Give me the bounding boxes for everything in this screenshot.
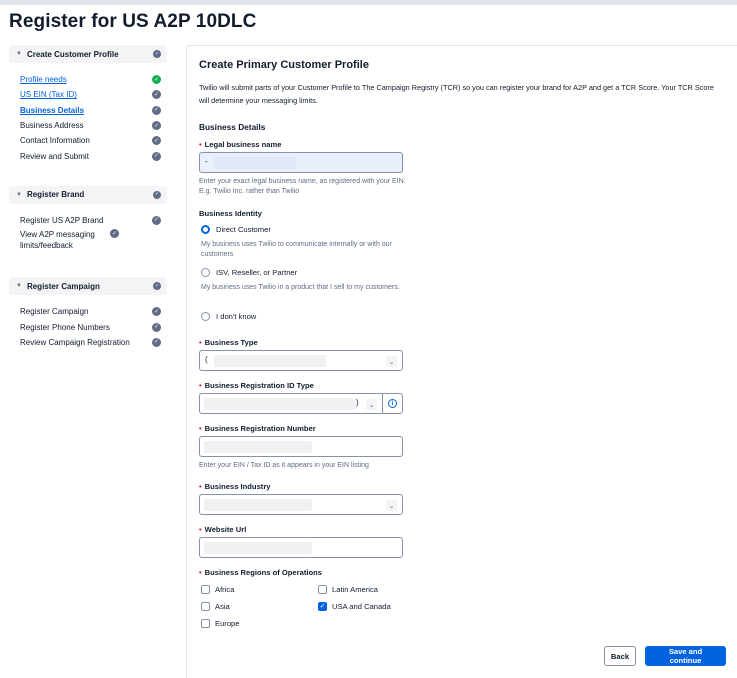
redacted-value bbox=[204, 542, 312, 554]
checkbox[interactable] bbox=[318, 585, 327, 594]
back-button[interactable]: Back bbox=[604, 646, 636, 666]
industry-select[interactable]: ⌄ bbox=[199, 494, 403, 515]
region-usa-canada[interactable]: ✓ USA and Canada bbox=[318, 602, 391, 611]
radio-isv-reseller[interactable]: ISV, Reseller, or Partner bbox=[201, 268, 297, 277]
business-identity-label: Business Identity bbox=[199, 209, 262, 218]
check-circle-icon: ✓ bbox=[153, 282, 161, 291]
sidebar-step-register-brand: Register US A2P Brand ✓ bbox=[20, 215, 161, 225]
regions-label: • Business Regions of Operations bbox=[199, 568, 322, 577]
legal-name-help: Enter your exact legal business name, as… bbox=[199, 178, 406, 195]
radio-direct-customer[interactable]: Direct Customer bbox=[201, 225, 271, 234]
region-europe[interactable]: Europe bbox=[201, 619, 240, 628]
sidebar-step-review-campaign: Review Campaign Registration ✓ bbox=[20, 337, 161, 347]
industry-label: • Business Industry bbox=[199, 482, 271, 491]
region-africa[interactable]: Africa bbox=[201, 585, 234, 594]
check-circle-icon: ✓ bbox=[152, 75, 161, 85]
check-circle-icon: ✓ bbox=[152, 121, 161, 131]
check-circle-icon: ✓ bbox=[152, 307, 161, 317]
radio-button[interactable] bbox=[201, 268, 210, 277]
direct-customer-help: My business uses Twilio to communicate i… bbox=[201, 241, 392, 258]
legal-name-input[interactable]: - bbox=[199, 152, 403, 173]
chevron-down-icon: ⌄ bbox=[386, 500, 397, 511]
sidebar-step-business-details[interactable]: Business Details ✓ bbox=[9, 103, 167, 118]
website-input[interactable] bbox=[199, 537, 403, 558]
customer-profile-form: Create Primary Customer Profile Twilio w… bbox=[186, 45, 737, 678]
redacted-value bbox=[204, 499, 312, 511]
sidebar-section-register-brand[interactable]: ▼ Register Brand ✓ bbox=[9, 185, 167, 204]
reg-id-info-button[interactable]: i bbox=[382, 393, 402, 414]
sidebar-section-customer-profile[interactable]: ▼ Create Customer Profile ✓ bbox=[9, 45, 167, 63]
sidebar-step-us-ein[interactable]: US EIN (Tax ID) ✓ bbox=[9, 87, 167, 102]
section-title: Register Campaign bbox=[26, 281, 100, 291]
radio-button[interactable] bbox=[201, 225, 210, 234]
caret-down-icon: ▼ bbox=[16, 51, 22, 57]
save-continue-button[interactable]: Save and continue bbox=[645, 646, 726, 666]
sidebar-step-register-campaign: Register Campaign ✓ bbox=[20, 307, 161, 317]
check-circle-icon: ✓ bbox=[152, 151, 161, 161]
radio-button[interactable] bbox=[201, 312, 210, 321]
sidebar-step-contact-information: Contact Information ✓ bbox=[20, 136, 161, 146]
checkbox[interactable] bbox=[201, 585, 210, 594]
caret-down-icon: ▼ bbox=[16, 191, 22, 198]
redacted-value bbox=[214, 355, 326, 367]
website-label: • Website Url bbox=[199, 525, 247, 534]
checkbox[interactable] bbox=[201, 602, 210, 611]
sidebar-step-register-phone-numbers: Register Phone Numbers ✓ bbox=[20, 322, 161, 332]
section-title: Register Brand bbox=[26, 190, 85, 200]
isv-help: My business uses Twilio in a product tha… bbox=[201, 284, 400, 291]
reg-id-type-select[interactable]: ) ⌄ i bbox=[199, 393, 403, 414]
caret-down-icon: ▼ bbox=[16, 283, 22, 290]
region-asia[interactable]: Asia bbox=[201, 602, 230, 611]
check-circle-icon: ✓ bbox=[153, 50, 161, 58]
form-title: Create Primary Customer Profile bbox=[199, 59, 369, 71]
reg-number-input[interactable] bbox=[199, 436, 403, 457]
chevron-down-icon: ⌄ bbox=[366, 399, 377, 410]
redacted-value bbox=[204, 398, 356, 410]
region-latin-america[interactable]: Latin America bbox=[318, 585, 378, 594]
radio-dont-know[interactable]: I don't know bbox=[201, 312, 256, 321]
checkbox-checked-icon[interactable]: ✓ bbox=[318, 602, 327, 611]
section-title: Create Customer Profile bbox=[26, 49, 119, 59]
check-circle-icon: ✓ bbox=[152, 215, 161, 225]
sidebar-step-profile-needs[interactable]: Profile needs ✓ bbox=[9, 72, 167, 87]
redacted-value bbox=[204, 441, 312, 453]
check-circle-icon: ✓ bbox=[152, 90, 161, 100]
check-circle-icon: ✓ bbox=[153, 190, 161, 199]
reg-id-type-label: • Business Registration ID Type bbox=[199, 381, 314, 390]
check-circle-icon: ✓ bbox=[110, 229, 119, 239]
page-title: Register for US A2P 10DLC bbox=[9, 11, 257, 32]
checkbox[interactable] bbox=[201, 619, 210, 628]
business-type-select[interactable]: ( ⌄ bbox=[199, 350, 403, 371]
check-circle-icon: ✓ bbox=[152, 105, 161, 115]
top-bar bbox=[0, 0, 737, 5]
info-icon: i bbox=[388, 399, 397, 408]
sidebar-step-review-submit: Review and Submit ✓ bbox=[20, 151, 161, 161]
check-circle-icon: ✓ bbox=[152, 136, 161, 146]
chevron-down-icon: ⌄ bbox=[386, 356, 397, 367]
reg-number-help: Enter your EIN / Tax ID as it appears in… bbox=[199, 462, 369, 469]
reg-number-label: • Business Registration Number bbox=[199, 424, 316, 433]
sidebar: ▼ Create Customer Profile ✓ Profile need… bbox=[9, 45, 167, 350]
business-details-heading: Business Details bbox=[199, 122, 266, 132]
legal-name-label: • Legal business name bbox=[199, 140, 282, 149]
check-circle-icon: ✓ bbox=[152, 322, 161, 332]
sidebar-step-messaging-limits: View A2P messaging limits/feedback ✓ bbox=[20, 229, 119, 251]
business-type-label: • Business Type bbox=[199, 338, 258, 347]
sidebar-section-register-campaign[interactable]: ▼ Register Campaign ✓ bbox=[9, 277, 167, 296]
sidebar-step-business-address: Business Address ✓ bbox=[20, 121, 161, 131]
redacted-value bbox=[214, 157, 296, 169]
check-circle-icon: ✓ bbox=[152, 337, 161, 347]
form-intro: Twilio will submit parts of your Custome… bbox=[199, 83, 714, 105]
